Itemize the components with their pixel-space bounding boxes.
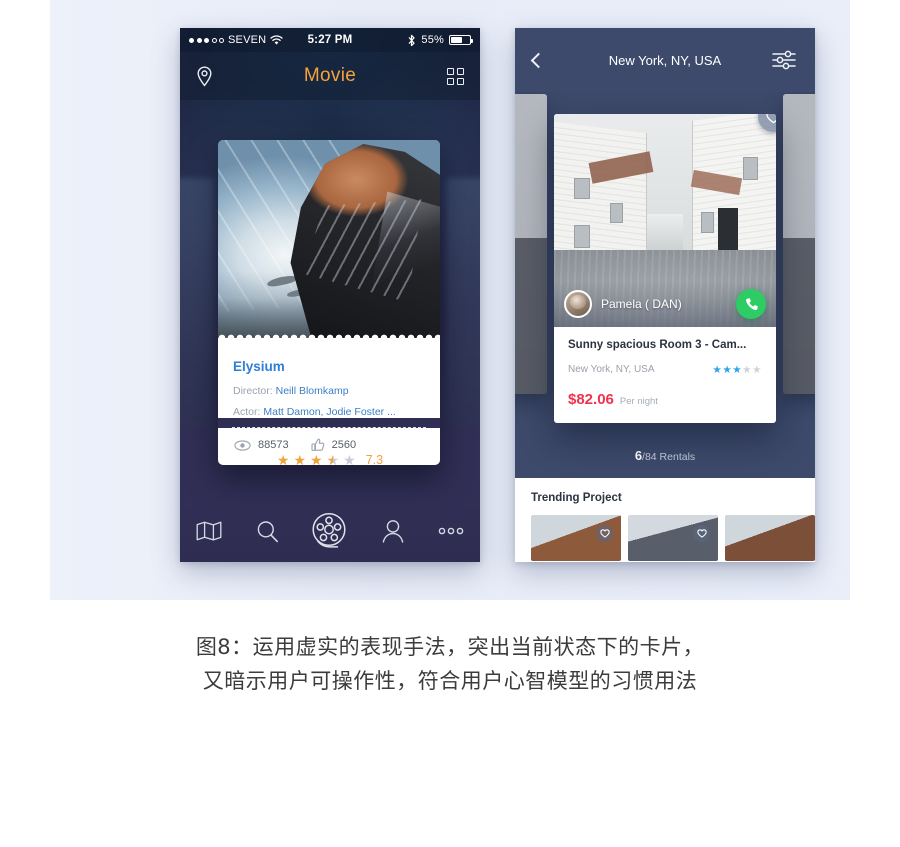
trending-list — [531, 515, 815, 561]
director-label: Director: — [233, 385, 273, 397]
views-stat: 88573 — [234, 439, 289, 451]
filter-sliders-icon[interactable] — [771, 50, 797, 70]
actor-value[interactable]: Matt Damon, Jodie Foster ... — [263, 406, 395, 418]
heart-icon — [599, 529, 610, 538]
call-button[interactable] — [736, 289, 766, 319]
more-icon — [438, 527, 464, 535]
listing-location: New York, NY, USA — [568, 363, 655, 375]
person-icon — [382, 520, 404, 543]
ticket-perforation — [218, 334, 440, 346]
film-reel-icon — [312, 512, 346, 548]
listing-rating: ★★★★★ — [712, 360, 762, 378]
movie-poster-image — [218, 140, 440, 338]
rental-app-screen: New York, NY, USA Pamela (DAN) Sunny sp… — [515, 28, 815, 562]
back-chevron-icon[interactable] — [530, 52, 547, 68]
battery-percent-label: 55% — [421, 34, 444, 46]
trending-section: Trending Project — [515, 478, 815, 562]
movie-card[interactable]: Elysium Director: Neill Blomkamp Actor: … — [218, 140, 440, 465]
star-filled: ★ — [722, 364, 733, 376]
likes-count: 2560 — [331, 439, 357, 451]
eye-icon — [234, 439, 251, 451]
phone-call-icon — [745, 297, 758, 310]
listing-card[interactable]: Pamela ( DAN) Sunny spacious Room 3 - Ca… — [554, 114, 776, 423]
director-value[interactable]: Neill Blomkamp — [276, 385, 349, 397]
star-filled: ★ — [276, 452, 290, 468]
caption-line-2: 又暗示用户可操作性，符合用户心智模型的习惯用法 — [202, 669, 698, 694]
search-icon — [257, 520, 278, 542]
star-empty: ★ — [742, 364, 753, 376]
likes-stat: 2560 — [311, 438, 356, 452]
listing-title: Sunny spacious Room 3 - Cam... — [568, 339, 747, 351]
movie-info: Elysium Director: Neill Blomkamp Actor: … — [218, 346, 440, 418]
movie-navbar: Movie — [180, 52, 480, 100]
header-title: New York, NY, USA — [608, 52, 722, 68]
signal-strength-icon — [189, 37, 224, 43]
pager-total: /84 Rentals — [642, 451, 696, 463]
tab-search[interactable] — [250, 514, 284, 548]
listing-photo: Pamela ( DAN) — [554, 114, 776, 327]
star-empty: ★ — [752, 364, 762, 376]
tab-more[interactable] — [434, 514, 468, 548]
trending-heading: Trending Project — [531, 492, 622, 504]
pager-current: 6 — [634, 448, 643, 463]
listing-subrow: New York, NY, USA ★★★★★ — [568, 360, 762, 378]
background-poster-right — [446, 178, 480, 428]
actor-row: Actor: Matt Damon, Jodie Foster ... — [233, 406, 425, 418]
director-row: Director: Neill Blomkamp — [233, 385, 425, 397]
listing-pager: 6/84 Rentals — [515, 448, 815, 463]
star-filled: ★ — [310, 452, 323, 468]
adjacent-listing-right[interactable] — [783, 94, 815, 394]
trending-item[interactable] — [628, 515, 718, 561]
movie-tabbar — [180, 500, 480, 562]
carrier-label: SEVEN — [228, 34, 267, 46]
star-filled: ★ — [732, 364, 743, 376]
grid-icon[interactable] — [447, 67, 464, 85]
listing-price: $82.06 — [568, 391, 614, 408]
rental-header: New York, NY, USA — [515, 28, 815, 92]
rating-score: 7.3 — [365, 453, 384, 467]
adjacent-listing-left[interactable] — [515, 94, 547, 394]
heart-icon — [765, 114, 776, 124]
background-poster-left — [180, 178, 214, 428]
listing-price-row: $82.06 Per night — [568, 391, 762, 408]
caption-line-1: 图8：运用虚实的表现手法，突出当前状态下的卡片， — [195, 635, 705, 659]
status-bar: SEVEN 5:27 PM 55% — [180, 28, 480, 52]
showcase-stage: SEVEN 5:27 PM 55% Movie Elysium Director… — [50, 0, 850, 600]
tab-movies[interactable] — [308, 509, 352, 553]
page-title: Movie — [303, 65, 357, 86]
map-icon — [196, 521, 222, 541]
tab-profile[interactable] — [376, 514, 410, 548]
star-empty: ★ — [343, 452, 356, 468]
views-count: 88573 — [258, 439, 289, 451]
movie-title: Elysium — [233, 359, 285, 374]
movie-app-screen: SEVEN 5:27 PM 55% Movie Elysium Director… — [180, 28, 480, 562]
heart-icon — [696, 529, 707, 538]
wifi-icon — [270, 34, 283, 45]
listing-price-unit: Per night — [619, 396, 658, 407]
actor-label: Actor: — [233, 406, 261, 418]
battery-icon — [449, 35, 473, 45]
trending-item[interactable] — [531, 515, 621, 561]
star-half: ★ — [326, 452, 340, 468]
figure-caption: 图8：运用虚实的表现手法，突出当前状态下的卡片， 又暗示用户可操作性，符合用户心… — [0, 630, 900, 698]
movie-rating: ★ ★ ★ ★ ★ 7.3 — [180, 453, 480, 467]
avatar[interactable] — [564, 290, 592, 318]
host-name: Pamela ( DAN) — [601, 297, 682, 311]
trending-item[interactable] — [725, 515, 815, 561]
listing-body: Sunny spacious Room 3 - Cam... New York,… — [554, 327, 776, 423]
thumbs-up-icon — [311, 438, 324, 451]
tab-map[interactable] — [192, 514, 226, 548]
favorite-button[interactable] — [596, 525, 613, 542]
host-bar: Pamela ( DAN) — [554, 281, 776, 327]
bluetooth-icon — [408, 34, 415, 46]
star-filled: ★ — [293, 452, 307, 468]
location-pin-icon[interactable] — [196, 65, 213, 87]
star-filled: ★ — [712, 364, 723, 376]
favorite-button[interactable] — [693, 525, 710, 542]
